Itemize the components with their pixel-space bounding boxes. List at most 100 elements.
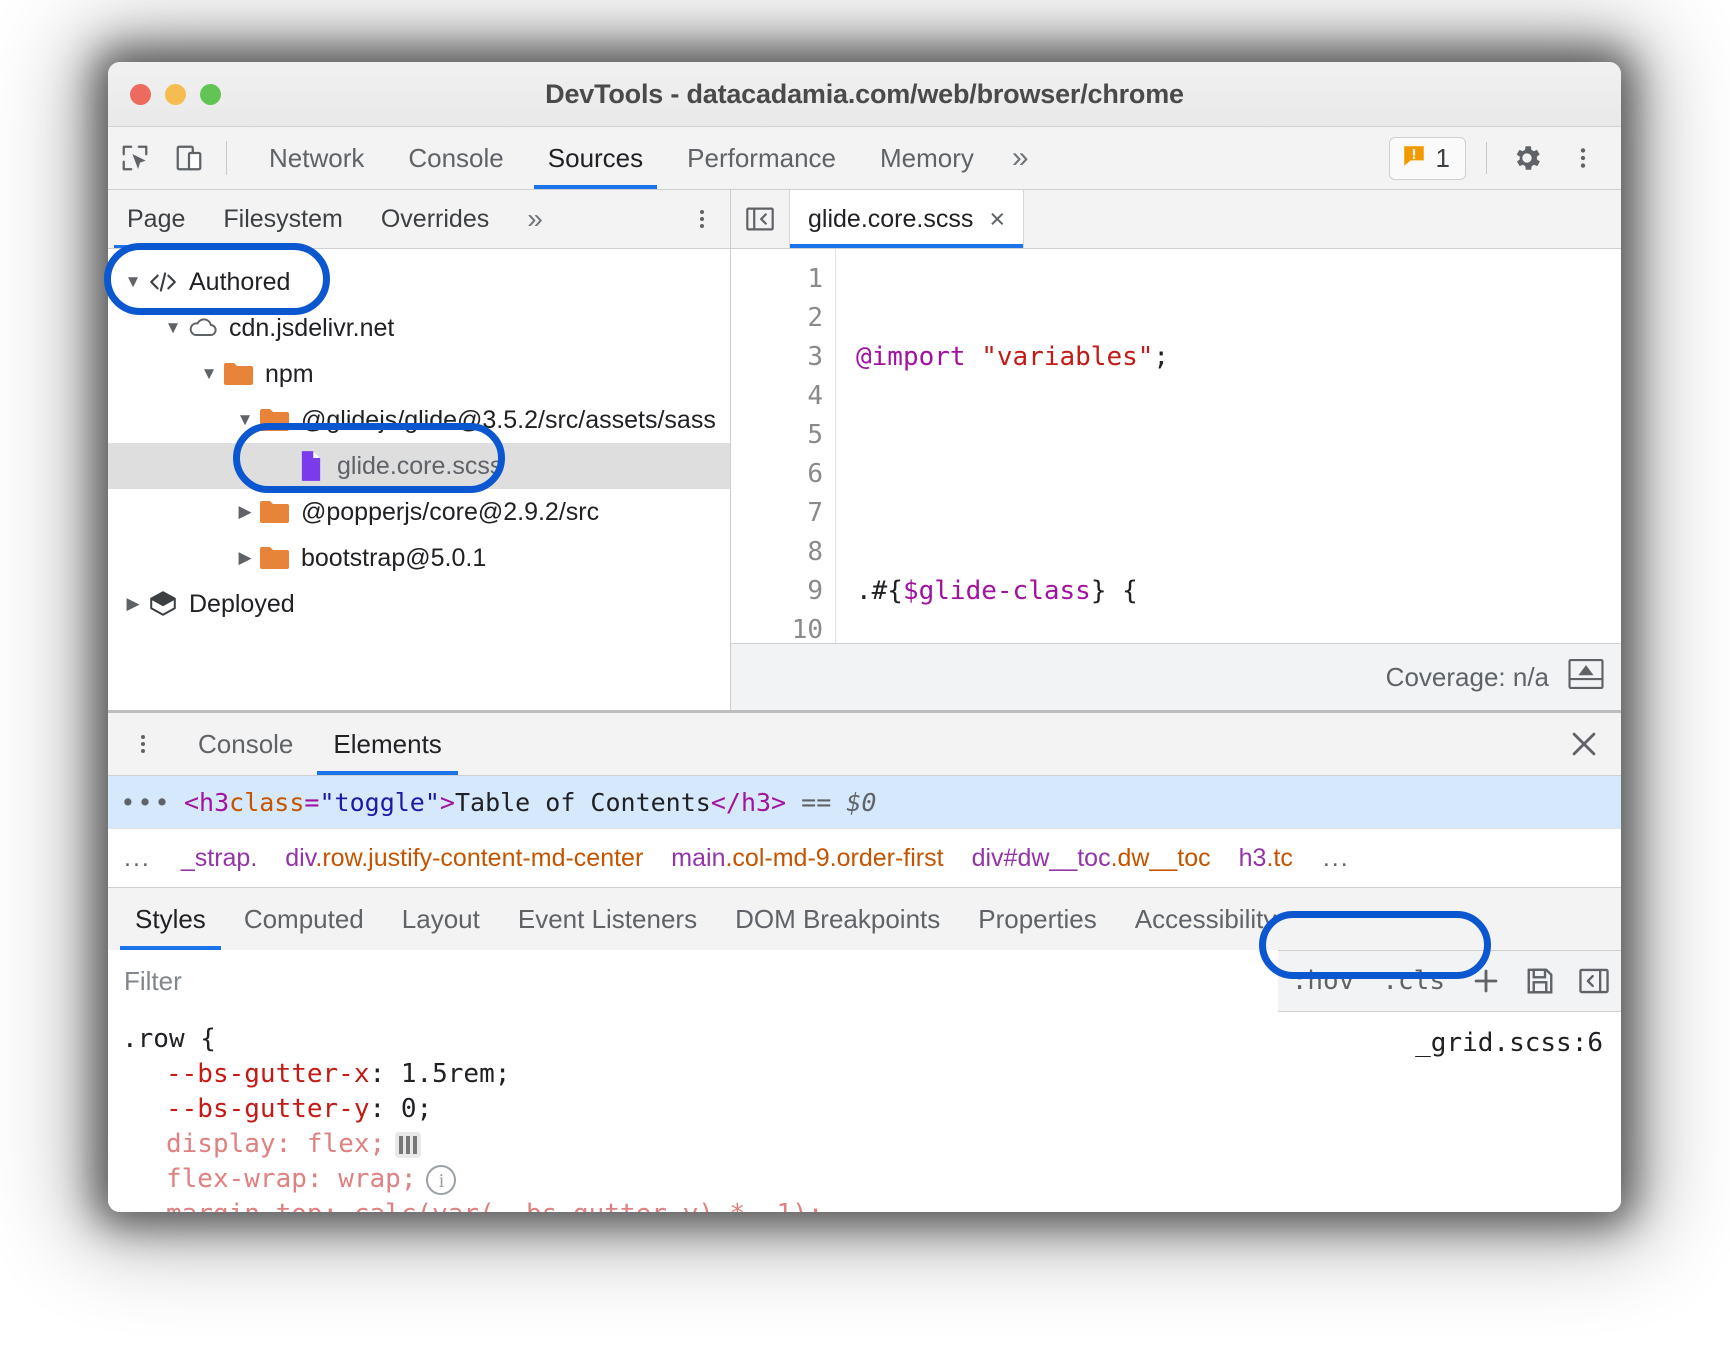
plus-icon[interactable] bbox=[1459, 964, 1513, 998]
css-declaration[interactable]: flex-wrap: wrap; bbox=[122, 1162, 1621, 1197]
class-toggle-button[interactable]: .cls bbox=[1368, 966, 1459, 996]
css-property-value: 1.5rem bbox=[401, 1057, 495, 1092]
file-tree: ▼ Authored ▼ cdn bbox=[108, 249, 730, 710]
breadcrumb-toc-id: #dw__toc bbox=[1004, 844, 1111, 872]
dom-open-tag-close: > bbox=[440, 788, 455, 817]
show-coverage-icon[interactable] bbox=[1567, 657, 1605, 698]
code-editor[interactable]: 1 2 3 4 5 6 7 8 9 10 11 @import "variabl… bbox=[731, 249, 1621, 643]
minimize-window-button[interactable] bbox=[165, 84, 186, 105]
editor-tab-glide-core-scss[interactable]: glide.core.scss × bbox=[789, 190, 1024, 248]
tab-dom-breakpoints[interactable]: DOM Breakpoints bbox=[716, 888, 959, 950]
save-icon[interactable] bbox=[1513, 966, 1567, 996]
nav-tab-filesystem[interactable]: Filesystem bbox=[204, 190, 361, 248]
breadcrumb-item-strap[interactable]: _strap. bbox=[167, 844, 271, 873]
twisty-expanded-icon[interactable]: ▼ bbox=[196, 364, 222, 384]
tree-item-npm[interactable]: ▼ npm bbox=[108, 351, 730, 397]
twisty-collapsed-icon[interactable]: ▶ bbox=[232, 502, 258, 522]
css-declaration[interactable]: display: flex; bbox=[122, 1127, 1621, 1162]
tree-item-glidejs-sass-dir-label: @glidejs/glide@3.5.2/src/assets/sass bbox=[301, 406, 716, 435]
css-declaration[interactable]: --bs-gutter-y: 0; bbox=[122, 1092, 1621, 1127]
drawer-tab-console[interactable]: Console bbox=[178, 713, 313, 775]
tab-sources[interactable]: Sources bbox=[526, 127, 665, 189]
tab-properties-label: Properties bbox=[978, 904, 1097, 935]
breadcrumb-item-h3[interactable]: h3.tc bbox=[1225, 844, 1307, 873]
nav-tab-page[interactable]: Page bbox=[108, 190, 204, 248]
selected-dom-node[interactable]: ••• <h3 class="toggle">Table of Contents… bbox=[108, 776, 1621, 828]
tree-item-glide-core-scss-label: glide.core.scss bbox=[337, 452, 502, 481]
tab-computed[interactable]: Computed bbox=[225, 888, 383, 950]
gear-icon[interactable] bbox=[1501, 132, 1553, 184]
tree-item-bootstrap-label: bootstrap@5.0.1 bbox=[301, 544, 486, 573]
tab-performance[interactable]: Performance bbox=[665, 127, 858, 189]
toggle-sidebar-icon[interactable] bbox=[1567, 966, 1621, 996]
more-navigator-tabs-chevron-icon[interactable]: » bbox=[508, 190, 562, 248]
tab-layout-label: Layout bbox=[402, 904, 480, 935]
breadcrumb-item-main[interactable]: main.col-md-9.order-first bbox=[657, 844, 957, 873]
tree-item-popperjs-src[interactable]: ▶ @popperjs/core@2.9.2/src bbox=[108, 489, 730, 535]
tab-layout[interactable]: Layout bbox=[383, 888, 499, 950]
device-toolbar-icon[interactable] bbox=[162, 127, 216, 189]
drawer-tab-elements[interactable]: Elements bbox=[313, 713, 461, 775]
tree-item-cdn-jsdelivr[interactable]: ▼ cdn.jsdelivr.net bbox=[108, 305, 730, 351]
twisty-collapsed-icon[interactable]: ▶ bbox=[232, 548, 258, 568]
css-declaration[interactable]: margin-top: calc(var(--bs-gutter-y) * -1… bbox=[122, 1197, 1621, 1212]
tree-item-glide-core-scss[interactable]: ▶ glide.core.scss bbox=[108, 443, 730, 489]
code-line: .#{$glide-class} { bbox=[856, 572, 1621, 611]
twisty-collapsed-icon[interactable]: ▶ bbox=[120, 594, 146, 614]
hover-state-button[interactable]: :hov bbox=[1278, 966, 1369, 996]
breadcrumb-item-dw-toc[interactable]: div#dw__toc.dw__toc bbox=[958, 844, 1225, 873]
line-number: 9 bbox=[731, 572, 823, 611]
nav-tab-overrides[interactable]: Overrides bbox=[362, 190, 508, 248]
breadcrumb-leading-ellipsis[interactable]: ... bbox=[108, 844, 167, 873]
css-selector[interactable]: .row { bbox=[122, 1022, 1621, 1057]
navigator-more-options-icon[interactable] bbox=[674, 190, 730, 248]
breadcrumb-item-div-row[interactable]: div.row.justify-content-md-center bbox=[271, 844, 657, 873]
close-icon[interactable] bbox=[1547, 713, 1621, 775]
devtools-drawer: Console Elements ••• <h3 class="toggle">… bbox=[108, 710, 1621, 1212]
tree-item-npm-label: npm bbox=[265, 360, 314, 389]
css-property-name: display bbox=[166, 1127, 276, 1162]
tab-properties[interactable]: Properties bbox=[959, 888, 1116, 950]
nav-tab-filesystem-label: Filesystem bbox=[223, 205, 342, 234]
css-declaration[interactable]: --bs-gutter-x: 1.5rem; bbox=[122, 1057, 1621, 1092]
more-panels-chevron-icon[interactable]: » bbox=[996, 127, 1045, 189]
tree-item-authored[interactable]: ▼ Authored bbox=[108, 259, 730, 305]
tab-console[interactable]: Console bbox=[386, 127, 525, 189]
close-icon[interactable]: × bbox=[989, 204, 1005, 235]
kebab-menu-icon[interactable] bbox=[1557, 132, 1609, 184]
line-number: 2 bbox=[731, 299, 823, 338]
inspect-element-icon[interactable] bbox=[108, 127, 162, 189]
drawer-more-options-icon[interactable] bbox=[108, 713, 178, 775]
tab-styles[interactable]: Styles bbox=[116, 888, 225, 950]
twisty-expanded-icon[interactable]: ▼ bbox=[120, 272, 146, 292]
rule-origin-link[interactable]: _grid.scss:6 bbox=[1415, 1026, 1603, 1061]
dom-tree-ellipsis-icon[interactable]: ••• bbox=[108, 788, 184, 817]
line-number-gutter: 1 2 3 4 5 6 7 8 9 10 11 bbox=[731, 249, 836, 643]
dom-breadcrumb: ... _strap. div.row.justify-content-md-c… bbox=[108, 828, 1621, 888]
maximize-window-button[interactable] bbox=[200, 84, 221, 105]
tab-accessibility[interactable]: Accessibility bbox=[1116, 888, 1296, 950]
code-brackets-icon bbox=[146, 270, 180, 294]
info-icon[interactable] bbox=[426, 1165, 456, 1195]
tab-network[interactable]: Network bbox=[247, 127, 386, 189]
scss-file-icon bbox=[294, 450, 328, 482]
line-number: 5 bbox=[731, 416, 823, 455]
close-window-button[interactable] bbox=[130, 84, 151, 105]
tree-item-bootstrap[interactable]: ▶ bootstrap@5.0.1 bbox=[108, 535, 730, 581]
tab-memory[interactable]: Memory bbox=[858, 127, 996, 189]
breadcrumb-div-classes: .row.justify-content-md-center bbox=[315, 844, 643, 872]
toolbar-right-group: 1 bbox=[1389, 127, 1621, 189]
twisty-expanded-icon[interactable]: ▼ bbox=[232, 410, 258, 430]
tree-item-glidejs-sass-dir[interactable]: ▼ @glidejs/glide@3.5.2/src/assets/sass bbox=[108, 397, 730, 443]
twisty-expanded-icon[interactable]: ▼ bbox=[160, 318, 186, 338]
show-navigator-icon[interactable] bbox=[731, 205, 789, 233]
css-property-name: margin-top bbox=[166, 1197, 323, 1212]
tree-item-deployed[interactable]: ▶ Deployed bbox=[108, 581, 730, 627]
breadcrumb-toc-classes: .dw__toc bbox=[1111, 844, 1211, 872]
styles-filter-input[interactable] bbox=[108, 950, 1278, 1012]
editor-tab-label: glide.core.scss bbox=[808, 205, 973, 234]
tab-event-listeners[interactable]: Event Listeners bbox=[499, 888, 716, 950]
warning-message-button[interactable]: 1 bbox=[1389, 137, 1466, 180]
flex-badge-icon[interactable] bbox=[395, 1132, 421, 1158]
breadcrumb-trailing-ellipsis[interactable]: ... bbox=[1307, 844, 1366, 873]
